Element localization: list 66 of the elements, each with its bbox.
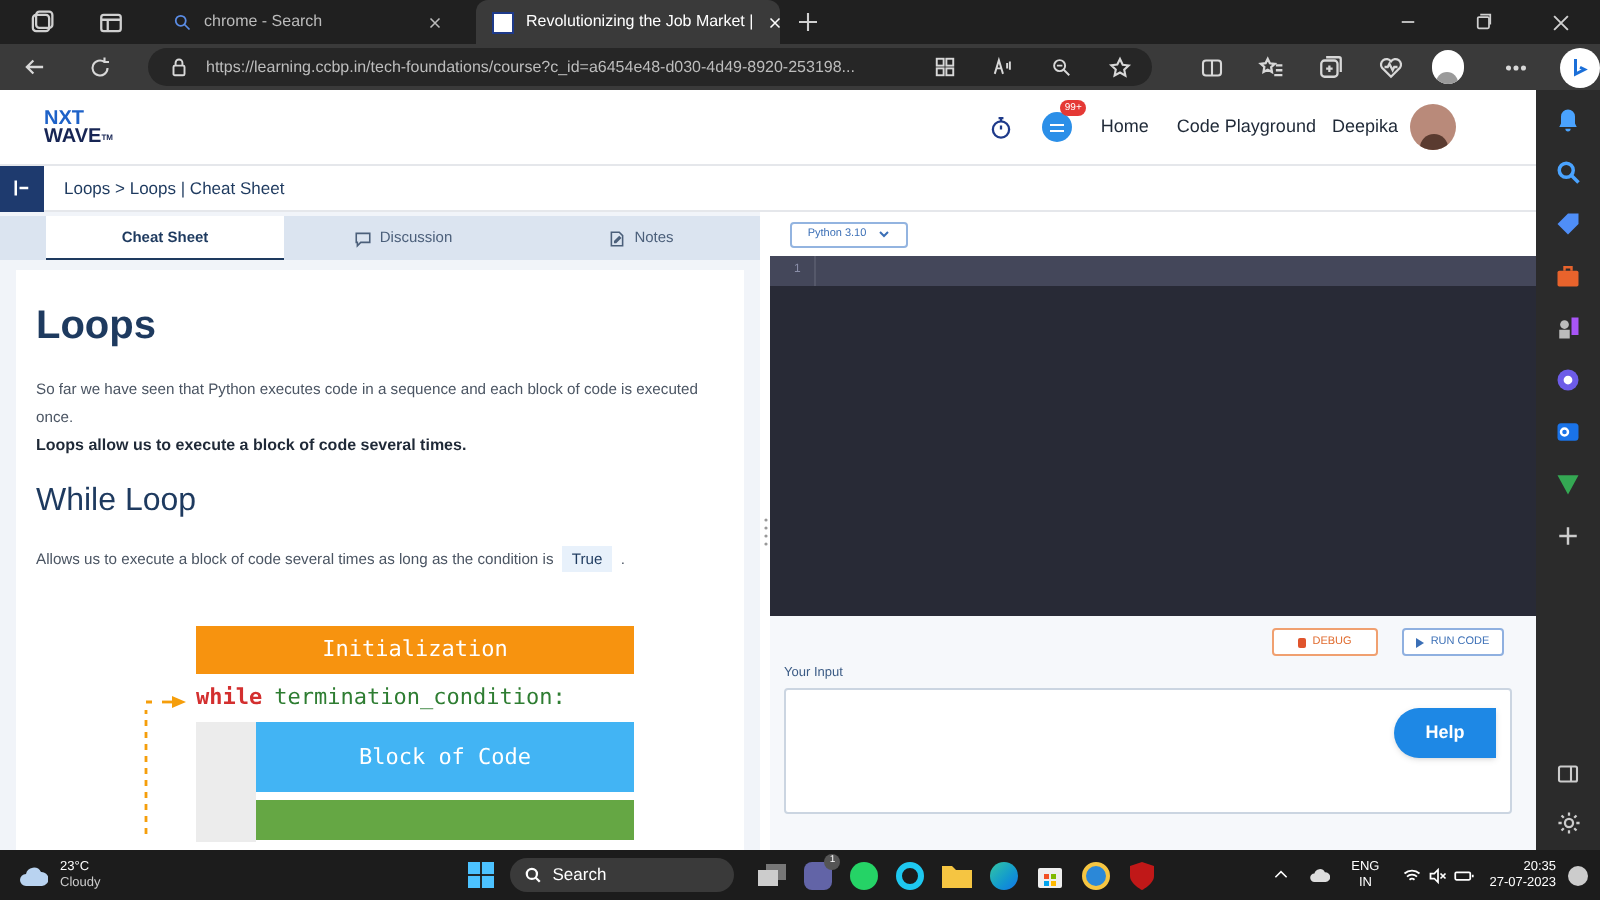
page-title: Loops: [36, 302, 158, 350]
close-icon[interactable]: [1550, 11, 1572, 33]
search-icon[interactable]: [1554, 158, 1582, 186]
toolbox-icon[interactable]: [1554, 262, 1582, 290]
taskbar-search[interactable]: Search: [510, 858, 735, 892]
search-icon: [524, 866, 543, 884]
muted-speaker-icon[interactable]: [1427, 865, 1448, 885]
task-view-icon[interactable]: [758, 863, 787, 887]
user-avatar[interactable]: [1410, 104, 1456, 150]
address-field[interactable]: https://learning.ccbp.in/tech-foundations/course?c_id=a6454e48-d030-4d49-8920-253198...: [148, 48, 1151, 86]
discussion-icon[interactable]: [353, 229, 372, 247]
tab-actions-icon[interactable]: [28, 9, 54, 35]
tab-title: Revolutionizing the Job Market |: [526, 10, 754, 34]
refresh-icon[interactable]: [88, 55, 112, 79]
search-placeholder: Search: [552, 862, 607, 888]
shield-icon[interactable]: [1128, 861, 1157, 889]
indent-bar: [196, 722, 256, 843]
site-favicon-icon: [492, 11, 514, 33]
folder-icon[interactable]: [942, 863, 973, 887]
tag-icon[interactable]: [1554, 210, 1582, 238]
url-text: https://learning.ccbp.in/tech-foundations/course?c_id=a6454e48-d030-4d49-8920-253198...: [206, 55, 857, 79]
sidebar-toggle-icon[interactable]: [0, 165, 44, 211]
search-icon[interactable]: [172, 12, 192, 32]
play-icon: [1416, 637, 1425, 647]
code-block: Block of Code: [256, 722, 634, 793]
wifi-icon[interactable]: [1401, 865, 1422, 885]
cloud-icon[interactable]: [20, 865, 48, 885]
chevron-down-icon: [878, 230, 891, 238]
new-tab-icon[interactable]: [796, 10, 820, 34]
zoom-icon[interactable]: [1049, 56, 1071, 78]
section-heading: While Loop: [36, 482, 199, 522]
profile-avatar-icon[interactable]: [1431, 50, 1465, 84]
notes-icon[interactable]: [608, 229, 627, 247]
browser-tab[interactable]: chrome - Search: [156, 0, 460, 44]
add-icon[interactable]: [1554, 522, 1582, 550]
resize-handle-icon[interactable]: [763, 517, 767, 545]
back-icon[interactable]: [22, 54, 48, 80]
stopwatch-icon[interactable]: [988, 114, 1015, 140]
user-name: Deepika: [1331, 113, 1398, 140]
nav-link[interactable]: Code Playground: [1176, 113, 1316, 141]
tab-list-icon[interactable]: [98, 9, 124, 35]
notifications-icon[interactable]: [1554, 106, 1582, 134]
collections-icon[interactable]: [1317, 54, 1343, 80]
tab-title: chrome - Search: [204, 10, 325, 34]
battery-icon[interactable]: [1453, 865, 1474, 885]
loop-condition-code: while termination_condition:: [196, 682, 568, 715]
ring-app-icon[interactable]: [896, 861, 925, 889]
favorite-star-icon[interactable]: [1107, 55, 1131, 79]
split-screen-icon[interactable]: [1199, 55, 1223, 79]
circle-app-icon[interactable]: [1554, 366, 1582, 394]
breadcrumb: Loops > Loops | Cheat Sheet: [64, 175, 285, 201]
browser-tab[interactable]: Revolutionizing the Job Market |: [476, 0, 780, 44]
nav-link[interactable]: Home: [1100, 113, 1149, 141]
start-icon[interactable]: [468, 862, 495, 888]
restore-icon[interactable]: [1474, 12, 1494, 32]
favorites-icon[interactable]: [1257, 54, 1283, 80]
sidebar-layout-icon[interactable]: [1556, 762, 1580, 786]
triangle-app-icon[interactable]: [1554, 470, 1582, 498]
lock-icon[interactable]: [168, 56, 190, 78]
emphasis-text: Loops allow us to execute a block of code several times.: [36, 434, 469, 458]
close-icon[interactable]: [765, 13, 784, 31]
cloud-icon[interactable]: [1309, 868, 1330, 882]
help-button[interactable]: Help: [1394, 708, 1496, 758]
close-icon[interactable]: [426, 13, 444, 31]
initialization-block: Initialization: [196, 626, 634, 675]
input-field[interactable]: [784, 687, 1512, 814]
